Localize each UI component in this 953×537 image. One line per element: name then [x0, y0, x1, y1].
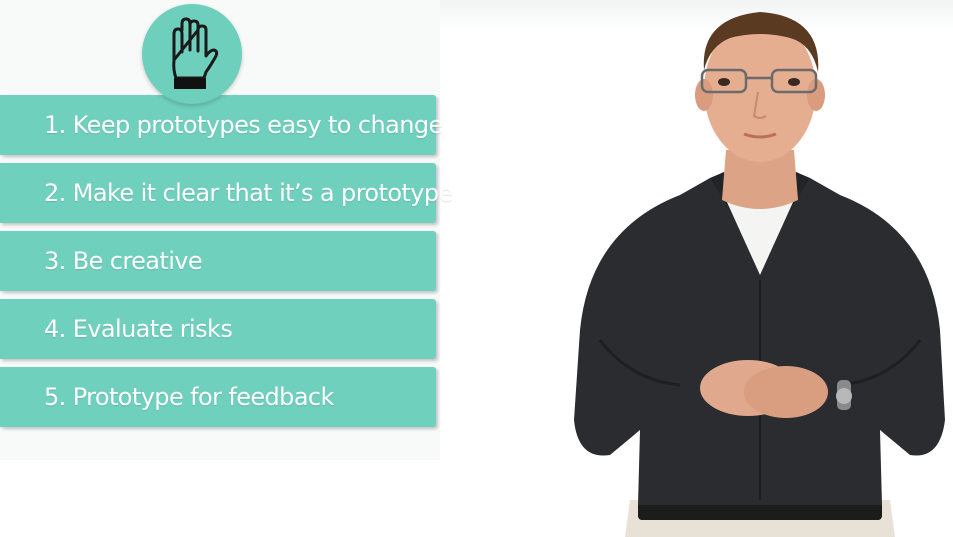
raised-hand-icon [172, 17, 219, 89]
list-item: 3. Be creative [0, 231, 436, 291]
presenter-figure [574, 12, 945, 537]
list-item: 2. Make it clear that it’s a prototype [0, 163, 453, 223]
list-item: 4. Evaluate risks [0, 299, 436, 359]
video-frame: 1. Keep prototypes easy to change 2. Mak… [0, 0, 953, 537]
takeaway-list: 1. Keep prototypes easy to change 2. Mak… [0, 95, 453, 435]
list-item-label: 1. Keep prototypes easy to change [44, 111, 443, 139]
list-item: 1. Keep prototypes easy to change [0, 95, 443, 155]
hand-badge [142, 4, 242, 104]
list-item: 5. Prototype for feedback [0, 367, 436, 427]
list-item-label: 3. Be creative [44, 247, 203, 275]
list-item-label: 5. Prototype for feedback [44, 383, 334, 411]
list-item-label: 4. Evaluate risks [44, 315, 233, 343]
list-item-label: 2. Make it clear that it’s a prototype [44, 179, 453, 207]
